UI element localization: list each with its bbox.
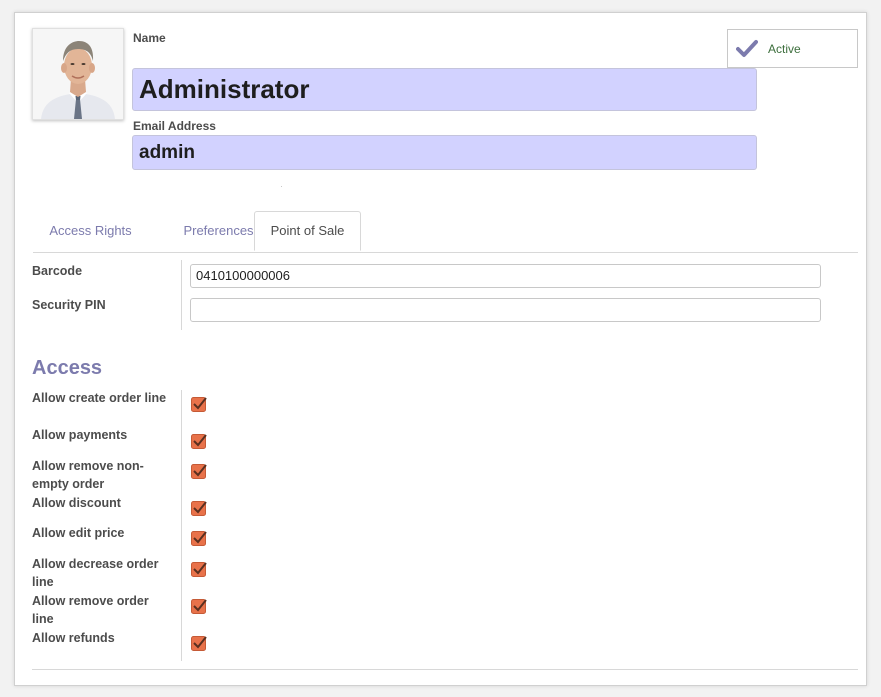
checked-checkbox-icon[interactable] (191, 396, 207, 412)
barcode-input[interactable]: 0410100000006 (190, 264, 821, 288)
checked-checkbox-icon[interactable] (191, 598, 207, 614)
checked-checkbox-icon[interactable] (191, 561, 207, 577)
access-item-label: Allow create order line (32, 391, 167, 405)
user-avatar[interactable] (32, 28, 124, 120)
checkmark-icon (736, 39, 758, 57)
email-label: Email Address (133, 119, 216, 133)
access-item-label: Allow refunds (32, 631, 115, 645)
form-column-divider (181, 260, 182, 330)
tab-access-rights[interactable]: Access Rights (33, 211, 148, 251)
checked-checkbox-icon[interactable] (191, 530, 207, 546)
access-item-label: Allow payments (32, 428, 128, 442)
name-label: Name (133, 31, 166, 45)
divider-dot (281, 186, 282, 187)
access-column-divider (181, 390, 182, 661)
access-section-title: Access (32, 357, 103, 379)
access-item-label: Allow discount (32, 496, 121, 510)
bottom-divider (32, 669, 858, 670)
access-item-label: Allow remove order line (32, 594, 149, 626)
avatar-photo-icon (33, 29, 123, 119)
checked-checkbox-icon[interactable] (191, 433, 207, 449)
security-pin-input[interactable] (190, 298, 821, 322)
tab-point-of-sale[interactable]: Point of Sale (254, 211, 361, 251)
notebook-tabs: Access Rights Preferences Point of Sale (33, 211, 858, 253)
checked-checkbox-icon[interactable] (191, 635, 207, 651)
access-item-label: Allow remove non-empty order (32, 459, 144, 491)
checked-checkbox-icon[interactable] (191, 500, 207, 516)
access-item-label: Allow edit price (32, 526, 125, 540)
security-pin-label: Security PIN (32, 298, 106, 312)
email-field[interactable]: admin (132, 135, 757, 170)
access-item-label: Allow decrease order line (32, 557, 159, 589)
user-form-sheet: Name Administrator Email Address admin A… (14, 12, 867, 686)
active-status-label: Active (768, 41, 801, 56)
barcode-label: Barcode (32, 264, 83, 278)
checked-checkbox-icon[interactable] (191, 463, 207, 479)
active-toggle-button[interactable]: Active (727, 29, 858, 68)
name-field[interactable]: Administrator (132, 68, 757, 111)
